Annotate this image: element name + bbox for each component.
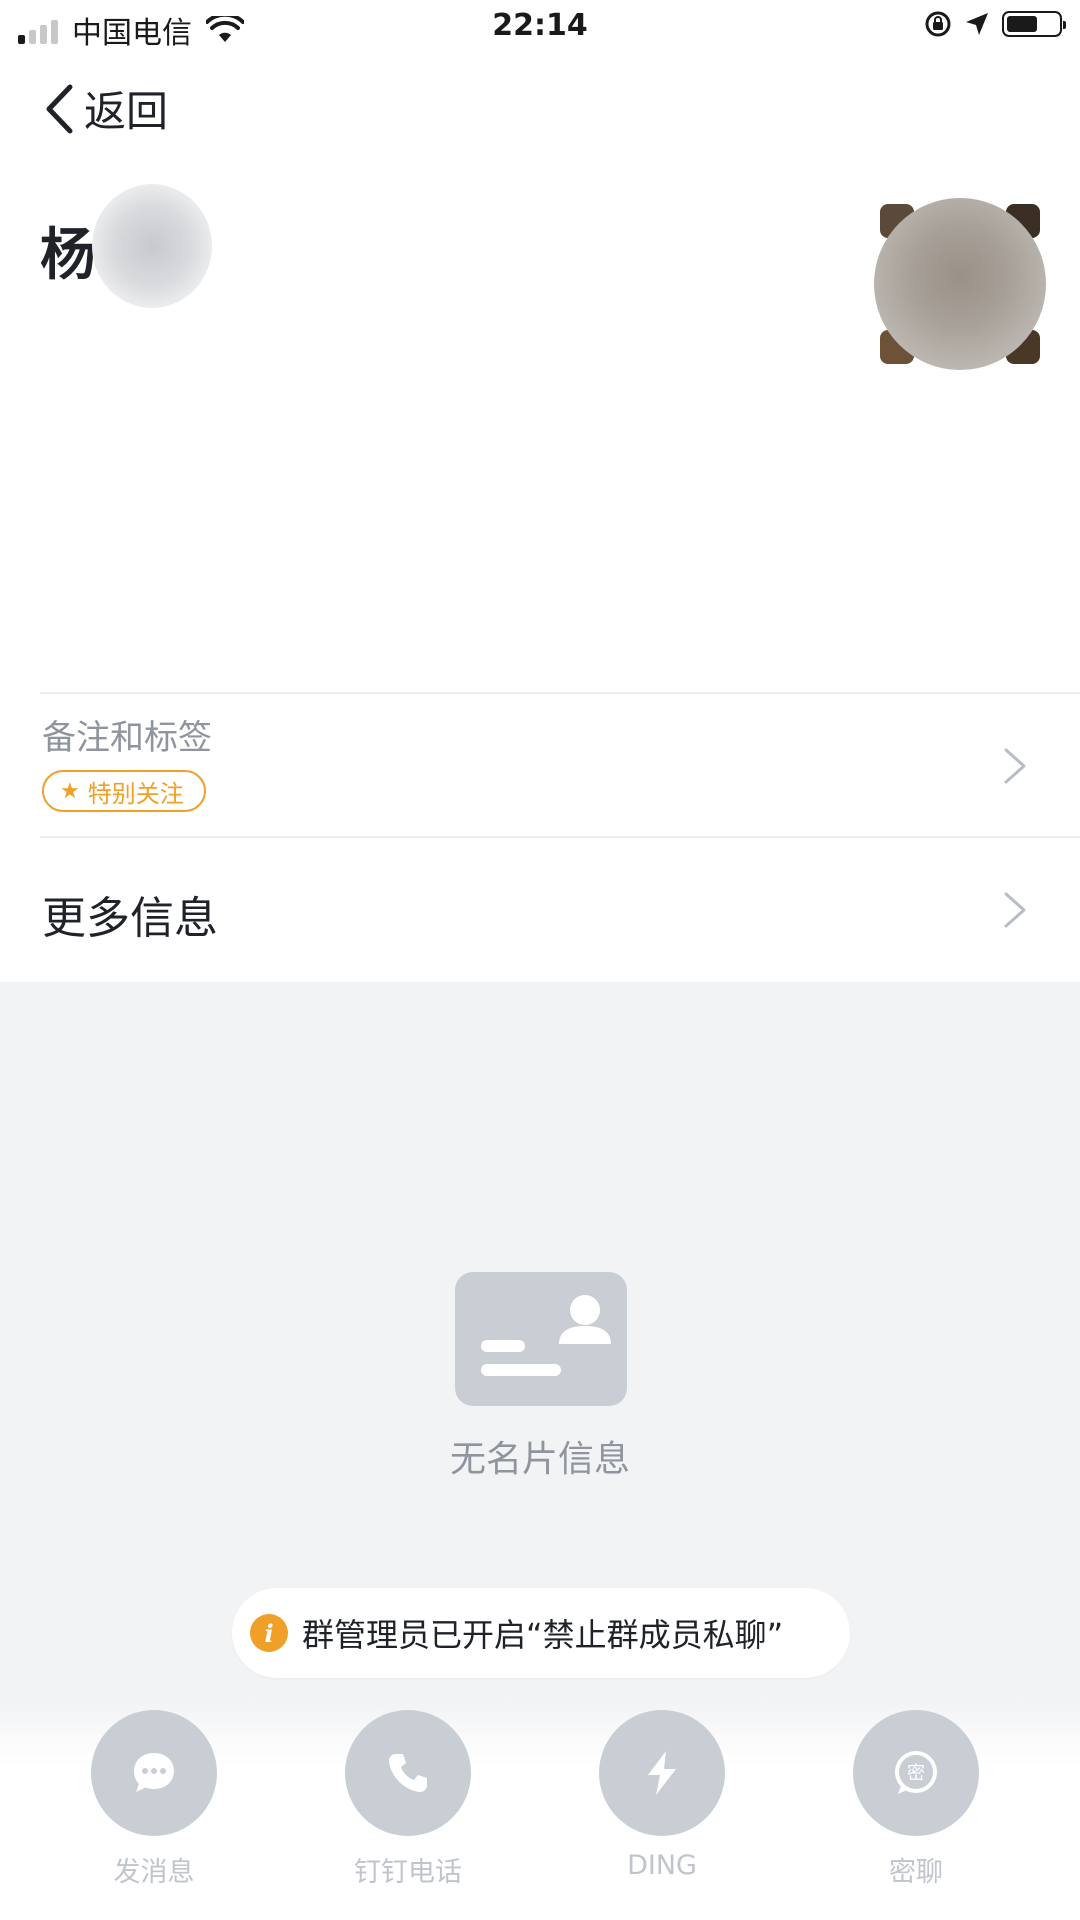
back-button[interactable]: 返回	[44, 78, 168, 139]
name-redaction-blur	[92, 184, 212, 308]
secret-chat-icon: 密	[895, 1751, 937, 1794]
chevron-right-icon	[1004, 748, 1026, 784]
back-label: 返回	[84, 87, 169, 136]
chat-bubble-icon	[134, 1753, 174, 1792]
private-chat-disabled-notice: i 群管理员已开启“禁止群成员私聊”	[232, 1588, 850, 1678]
special-follow-tag: ★ 特别关注	[42, 770, 206, 812]
business-card-icon	[455, 1272, 627, 1406]
secret-chat-button[interactable]: 密 密聊	[853, 1710, 979, 1889]
chevron-right-icon	[1004, 892, 1026, 928]
dingtalk-call-button[interactable]: 钉钉电话	[345, 1710, 471, 1889]
send-message-button[interactable]: 发消息	[91, 1710, 217, 1889]
more-info-row[interactable]: 更多信息	[0, 838, 1080, 982]
rotation-lock-icon	[925, 11, 951, 37]
remarks-label: 备注和标签	[42, 718, 212, 758]
status-bar: 中国电信 22:14	[0, 0, 1080, 54]
remarks-and-tags-row[interactable]: 备注和标签 ★ 特别关注	[0, 694, 1080, 836]
chevron-left-icon	[46, 84, 73, 133]
star-icon: ★	[60, 778, 80, 804]
clock: 22:14	[492, 8, 588, 43]
ding-label: DING	[627, 1850, 697, 1881]
battery-icon	[1002, 11, 1066, 37]
secret-chat-label: 密聊	[889, 1857, 943, 1888]
empty-state-label: 无名片信息	[449, 1439, 630, 1480]
phone-icon	[389, 1754, 427, 1792]
send-message-label: 发消息	[113, 1857, 195, 1888]
dingtalk-call-label: 钉钉电话	[354, 1857, 462, 1888]
more-info-label: 更多信息	[42, 893, 218, 944]
svg-text:密: 密	[907, 1763, 925, 1784]
avatar[interactable]	[874, 198, 1046, 370]
contact-name: 杨	[40, 223, 96, 288]
location-arrow-icon	[966, 13, 988, 35]
tag-label: 特别关注	[87, 779, 184, 808]
info-icon: i	[250, 1614, 288, 1652]
ding-button[interactable]: DING	[599, 1710, 725, 1881]
notice-text: 群管理员已开启“禁止群成员私聊”	[302, 1616, 784, 1654]
lightning-icon	[648, 1751, 676, 1795]
